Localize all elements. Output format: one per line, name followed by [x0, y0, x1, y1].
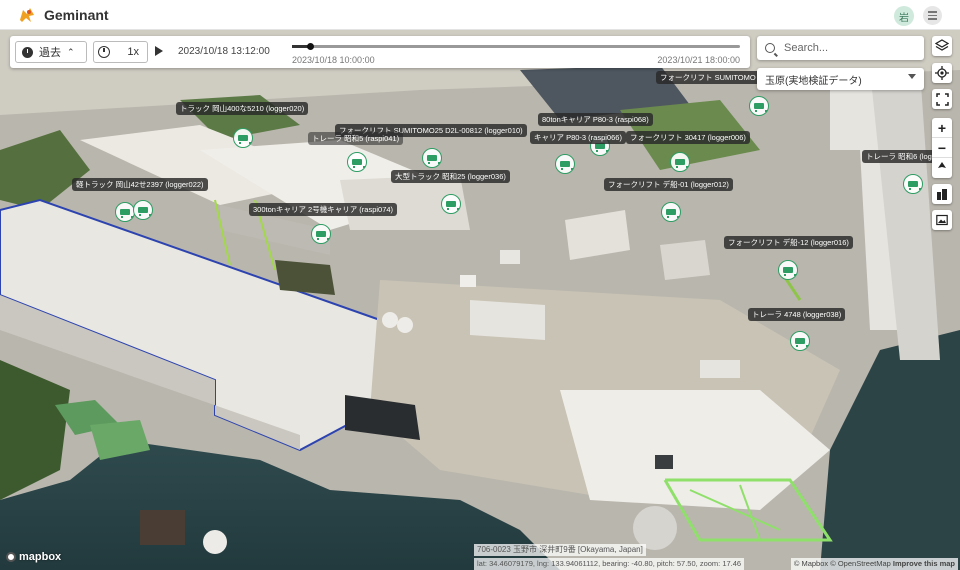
search-box [757, 36, 924, 60]
vehicle-label[interactable]: フォークリフト デ船-01 (logger012) [604, 178, 733, 191]
vehicle-marker[interactable] [790, 331, 810, 351]
vehicle-marker[interactable] [347, 152, 367, 172]
vehicle-label[interactable]: トラック 岡山400な5210 (logger020) [176, 102, 309, 115]
app-header: Geminant 岩 [0, 0, 960, 30]
timeline-bar: 過去 ⌃ 1x 2023/10/18 13:12:00 2023/10/18 1… [10, 36, 750, 68]
geminant-logo [16, 4, 38, 26]
vehicle-label[interactable]: トレーラ 4748 (logger038) [748, 308, 846, 321]
vehicle-label[interactable]: 軽トラック 岡山42せ2397 (logger022) [72, 178, 208, 191]
period-select[interactable]: 過去 ⌃ [15, 41, 87, 63]
vehicle-marker[interactable] [441, 194, 461, 214]
site-select[interactable]: 玉原(実地検証データ) [757, 68, 924, 90]
vehicle-marker[interactable] [661, 202, 681, 222]
zoom-out-button[interactable]: − [932, 138, 952, 158]
vehicle-marker[interactable] [133, 200, 153, 220]
site-select-value: 玉原(実地検証データ) [765, 75, 862, 87]
vehicle-marker[interactable] [749, 96, 769, 116]
menu-icon[interactable] [923, 6, 942, 25]
timeline-end-time: 2023/10/21 18:00:00 [657, 55, 740, 65]
image-icon[interactable] [932, 210, 952, 230]
buildings-icon[interactable] [932, 184, 952, 204]
vehicle-marker[interactable] [422, 148, 442, 168]
vehicle-marker[interactable] [670, 152, 690, 172]
speed-icon [98, 46, 110, 58]
chevron-up-icon: ⌃ [67, 46, 75, 57]
vehicle-label[interactable]: フォークリフト 30417 (logger006) [626, 131, 750, 144]
vehicle-label[interactable]: キャリア P80-3 (raspi066) [530, 131, 626, 144]
timeline-slider[interactable] [292, 43, 740, 50]
vehicle-label[interactable]: 300tonキャリア 2号機キャリア (raspi074) [249, 203, 398, 216]
fullscreen-icon[interactable] [932, 89, 952, 109]
vehicle-label[interactable]: 80tonキャリア P80-3 (raspi068) [538, 113, 653, 126]
speed-label: 1x [127, 46, 139, 58]
locate-icon[interactable] [932, 63, 952, 83]
vehicle-marker[interactable] [778, 260, 798, 280]
timeline-start-time: 2023/10/18 10:00:00 [292, 55, 375, 65]
mapbox-logo[interactable]: mapbox [6, 551, 61, 563]
vehicle-marker[interactable] [115, 202, 135, 222]
period-select-label: 過去 [39, 47, 61, 59]
vehicle-label[interactable]: フォークリフト デ船-12 (logger016) [724, 236, 853, 249]
compass-icon[interactable] [932, 158, 952, 178]
vehicle-marker[interactable] [233, 128, 253, 148]
clock-icon [22, 46, 33, 58]
map-attribution: © Mapbox © OpenStreetMap Improve this ma… [790, 558, 958, 570]
chevron-down-icon [908, 74, 916, 79]
improve-map-link[interactable]: Improve this map [893, 559, 955, 568]
search-icon [765, 43, 775, 53]
current-time: 2023/10/18 13:12:00 [178, 46, 270, 57]
attribution-osm[interactable]: © OpenStreetMap [830, 559, 891, 568]
app-root: Geminant 岩 トラック 岡山400な5210 (logger020) フ… [0, 0, 960, 570]
zoom-controls: + − [932, 118, 952, 178]
timeline-slider-thumb[interactable] [306, 43, 314, 50]
vehicle-label[interactable]: 大型トラック 昭和25 (logger036) [391, 170, 510, 183]
zoom-in-button[interactable]: + [932, 118, 952, 138]
aerial-map-image [0, 30, 960, 570]
vehicle-marker[interactable] [903, 174, 923, 194]
attribution-mapbox[interactable]: © Mapbox [794, 559, 828, 568]
speed-select[interactable]: 1x [93, 41, 148, 63]
user-avatar[interactable]: 岩 [894, 6, 914, 26]
vehicle-marker[interactable] [311, 224, 331, 244]
vehicle-label[interactable]: フォークリフト SUMITOMO [656, 71, 760, 84]
play-icon[interactable] [155, 46, 163, 56]
address-readout: 706-0023 玉野市 深井町9番 [Okayama, Japan] [474, 544, 646, 556]
app-title: Geminant [44, 6, 109, 23]
coords-readout: lat: 34.46079179, lng: 133.94061112, bea… [474, 558, 745, 570]
search-input[interactable] [784, 42, 914, 54]
layers-icon[interactable] [932, 36, 952, 56]
map-3d-view[interactable]: トラック 岡山400な5210 (logger020) フォークリフト SUMI… [0, 30, 960, 570]
vehicle-marker[interactable] [555, 154, 575, 174]
vehicle-label[interactable]: トレーラ 昭和5 (raspi041) [308, 132, 404, 145]
